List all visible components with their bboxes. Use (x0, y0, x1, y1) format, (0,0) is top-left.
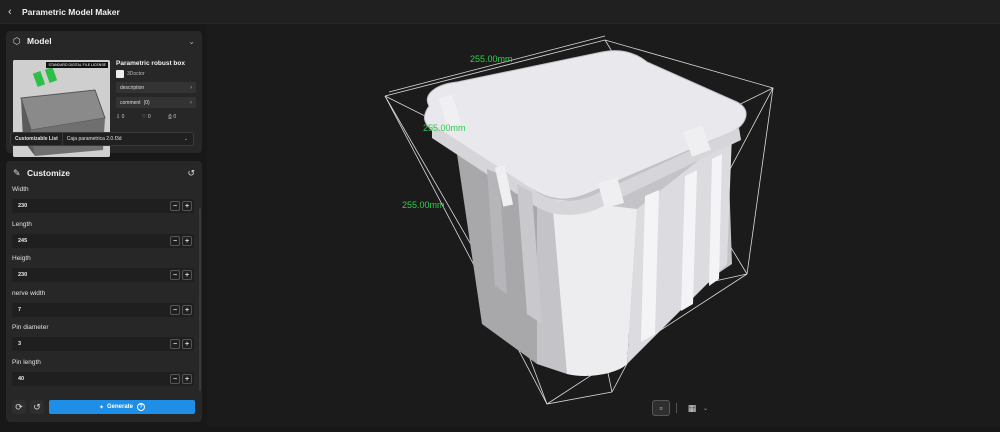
back-chevron-icon[interactable]: ‹ (8, 6, 20, 18)
length-value: 245 (18, 238, 28, 244)
scrollbar[interactable] (199, 208, 201, 391)
box-model-render (384, 35, 774, 405)
increment-button[interactable]: + (182, 270, 192, 280)
customizable-list-select[interactable]: Customizable List Caja parametrica 2.0.f… (10, 132, 194, 146)
comment-row[interactable]: comment (0) › (116, 97, 196, 108)
pin-diameter-value: 3 (18, 341, 22, 347)
param-label: Width (12, 186, 29, 193)
view-mode-button[interactable]: ▫ (652, 400, 670, 416)
nerve-width-field[interactable]: 7 − + (12, 303, 194, 317)
help-icon: ? (137, 403, 146, 411)
download-icon: ⇩ (116, 114, 121, 120)
param-label: Length (12, 221, 32, 228)
param-label: nerve width (12, 290, 46, 297)
decrement-button[interactable]: − (170, 339, 180, 349)
cube-icon: ⬡ (13, 35, 21, 46)
increment-button[interactable]: + (182, 339, 192, 349)
like-icon: ♡ (142, 114, 147, 120)
print-icon: ⎙ (168, 114, 173, 120)
undo-icon: ↺ (33, 401, 41, 412)
length-field[interactable]: 245 − + (12, 234, 194, 248)
author-name: 3Doctor (127, 71, 145, 77)
download-count: 0 (121, 114, 125, 120)
refresh-button[interactable]: ⟳ (12, 400, 26, 414)
print-stat[interactable]: ⎙ 0 (168, 114, 194, 120)
grid-button[interactable]: ▦ (683, 400, 701, 416)
increment-button[interactable]: + (182, 305, 192, 315)
model-panel: ⬡ Model ⌄ STANDARD DIGITAL FILE LICENSE … (6, 31, 202, 157)
top-bar: ‹ Parametric Model Maker (0, 0, 1000, 24)
param-label: Pin diameter (12, 324, 49, 331)
sparkle-icon: ✦ (98, 404, 104, 411)
customizable-list-value: Caja parametrica 2.0.f3d (66, 136, 122, 142)
increment-button[interactable]: + (182, 374, 192, 384)
customize-section-title: Customize (27, 168, 70, 178)
decrement-button[interactable]: − (170, 305, 180, 315)
3d-viewport[interactable]: 255.00mm 255.00mm 255.00mm (207, 24, 1000, 427)
chevron-down-icon: ⌄ (183, 136, 188, 142)
reset-history-icon[interactable]: ↺ (187, 168, 195, 179)
increment-button[interactable]: + (182, 236, 192, 246)
undo-button[interactable]: ↺ (30, 400, 44, 414)
model-section-title: Model (27, 36, 52, 46)
dimension-label-mid: 255.00mm (423, 123, 466, 133)
author[interactable]: 3Doctor (116, 70, 196, 78)
frame-icon: ▫ (659, 403, 663, 413)
height-value: 230 (18, 272, 28, 278)
width-value: 230 (18, 203, 28, 209)
comment-count: (0) (143, 99, 150, 106)
customize-tools-icon: ✎ (13, 167, 21, 178)
like-count: 0 (147, 114, 151, 120)
generate-label: Generate (107, 404, 134, 410)
model-panel-header[interactable]: ⬡ Model ⌄ (6, 31, 202, 51)
chevron-down-icon[interactable]: ⌄ (703, 405, 708, 412)
pin-length-value: 40 (18, 376, 25, 382)
param-label: Heigth (12, 255, 31, 262)
increment-button[interactable]: + (182, 201, 192, 211)
customizable-list-label: Customizable List (11, 133, 63, 145)
comment-label: comment (120, 99, 141, 106)
model-stats: ⇩ 0 ♡ 0 ⎙ 0 (116, 114, 196, 120)
chevron-down-icon[interactable]: ⌄ (188, 37, 195, 46)
model-info: Parametric robust box 3Doctor descriptio… (116, 60, 196, 120)
chevron-right-icon: › (190, 84, 192, 91)
model-name[interactable]: Parametric robust box (116, 60, 196, 67)
chevron-right-icon: › (190, 99, 192, 106)
download-stat[interactable]: ⇩ 0 (116, 114, 142, 120)
viewport-toolbar: ▫ ▦ ⌄ (652, 400, 708, 416)
param-label: Pin length (12, 359, 41, 366)
decrement-button[interactable]: − (170, 374, 180, 384)
height-field[interactable]: 230 − + (12, 268, 194, 282)
refresh-icon: ⟳ (15, 401, 23, 412)
generate-button[interactable]: ✦ Generate ? (49, 400, 195, 414)
pin-length-field[interactable]: 40 − + (12, 372, 194, 386)
pin-diameter-field[interactable]: 3 − + (12, 337, 194, 351)
dimension-label-left: 255.00mm (402, 200, 445, 210)
license-tag: STANDARD DIGITAL FILE LICENSE (46, 62, 108, 68)
nerve-width-value: 7 (18, 307, 22, 313)
customize-panel-header: ✎ Customize ↺ (6, 163, 202, 183)
dimension-label-top: 255.00mm (470, 54, 513, 64)
description-label: description (120, 84, 145, 91)
width-field[interactable]: 230 − + (12, 199, 194, 213)
divider (676, 403, 677, 413)
print-count: 0 (173, 114, 177, 120)
grid-icon: ▦ (687, 402, 697, 413)
like-stat[interactable]: ♡ 0 (142, 114, 168, 120)
decrement-button[interactable]: − (170, 236, 180, 246)
app-title: Parametric Model Maker (22, 6, 120, 17)
description-row[interactable]: description › (116, 82, 196, 93)
decrement-button[interactable]: − (170, 270, 180, 280)
decrement-button[interactable]: − (170, 201, 180, 211)
avatar (116, 70, 124, 78)
